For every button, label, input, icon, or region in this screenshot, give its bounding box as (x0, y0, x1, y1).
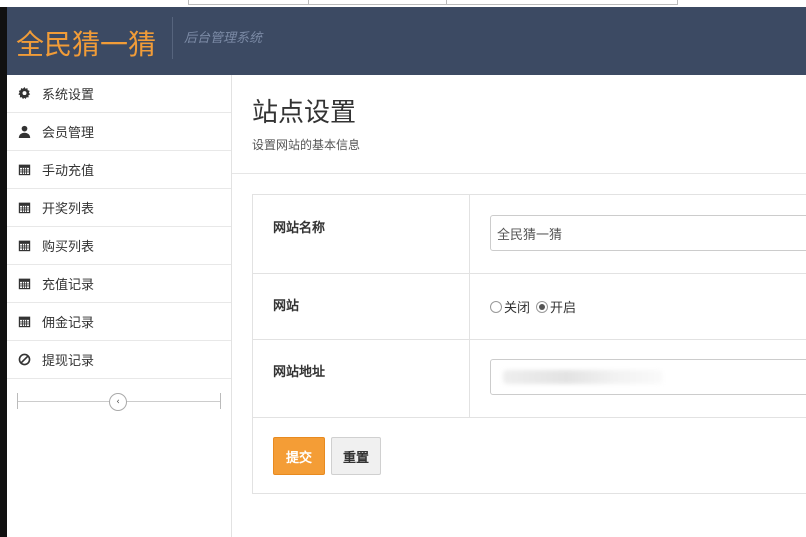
sidebar-item-lottery-list[interactable]: 开奖列表 (7, 189, 231, 227)
page-header: 站点设置 设置网站的基本信息 (232, 75, 806, 174)
sidebar-item-label: 提现记录 (42, 354, 95, 369)
form-row-site-name: 网站名称 (253, 195, 806, 274)
settings-form: 网站名称 网站 关闭 开启 网站地址 提交 重置 (252, 194, 806, 494)
sidebar-item-label: 充值记录 (42, 278, 95, 293)
brand-subtitle: 后台管理系统 (184, 31, 263, 46)
sidebar-item-label: 系统设置 (42, 88, 95, 103)
top-strip-cell (308, 0, 448, 5)
sidebar: 系统设置 会员管理 手动充值 开奖列表 购买列表 充值记录 佣金记录 提现记录 … (7, 75, 232, 537)
site-on-label[interactable]: 开启 (550, 297, 576, 316)
page-subtitle: 设置网站的基本信息 (252, 138, 361, 152)
page-title: 站点设置 (252, 98, 357, 128)
form-row-site-url: 网站地址 (253, 339, 806, 418)
sidebar-item-label: 购买列表 (42, 240, 95, 255)
chevron-left-icon: ‹ (116, 397, 120, 407)
site-name-input[interactable] (490, 215, 806, 251)
row-divider (469, 195, 470, 273)
site-url-input[interactable] (490, 359, 806, 395)
row-divider (469, 273, 470, 339)
blurred-url-value (503, 370, 663, 384)
top-header: 全民猜一猜 后台管理系统 (7, 7, 806, 75)
sidebar-item-member-management[interactable]: 会员管理 (7, 113, 231, 151)
site-url-label: 网站地址 (273, 365, 326, 380)
top-strip-cell (188, 0, 310, 5)
gear-icon (17, 87, 31, 101)
sidebar-item-withdraw-records[interactable]: 提现记录 (7, 341, 231, 379)
window-left-edge (0, 7, 7, 537)
site-status-radio-group: 关闭 开启 (490, 297, 582, 316)
site-name-label: 网站名称 (273, 221, 326, 236)
sidebar-item-commission-records[interactable]: 佣金记录 (7, 303, 231, 341)
calendar-icon (17, 277, 31, 291)
sidebar-collapse-button[interactable]: ‹ (109, 393, 127, 411)
top-strip-cell (446, 0, 678, 5)
sidebar-item-system-settings[interactable]: 系统设置 (7, 75, 231, 113)
site-on-radio[interactable] (536, 300, 549, 313)
calendar-icon (17, 201, 31, 215)
user-icon (17, 125, 31, 139)
sidebar-item-recharge-records[interactable]: 充值记录 (7, 265, 231, 303)
brand-divider (172, 17, 173, 59)
sidebar-item-purchase-list[interactable]: 购买列表 (7, 227, 231, 265)
form-row-site-status: 网站 关闭 开启 (253, 273, 806, 340)
calendar-icon (17, 239, 31, 253)
main-content: 站点设置 设置网站的基本信息 网站名称 网站 关闭 开启 网站地址 提交 (232, 75, 806, 537)
sidebar-item-label: 开奖列表 (42, 202, 95, 217)
brand-logo-text[interactable]: 全民猜一猜 (16, 23, 156, 63)
site-status-label: 网站 (273, 299, 300, 314)
site-off-radio[interactable] (490, 300, 502, 313)
sidebar-item-label: 会员管理 (42, 126, 95, 141)
calendar-icon (17, 315, 31, 329)
site-off-label[interactable]: 关闭 (504, 297, 530, 316)
sidebar-item-manual-recharge[interactable]: 手动充值 (7, 151, 231, 189)
reset-button[interactable]: 重置 (331, 437, 381, 475)
sidebar-item-label: 佣金记录 (42, 316, 95, 331)
submit-button[interactable]: 提交 (273, 437, 325, 475)
calendar-icon (17, 163, 31, 177)
sidebar-item-label: 手动充值 (42, 164, 95, 179)
row-divider (469, 339, 470, 417)
ban-icon (17, 353, 31, 367)
browser-top-strip (0, 0, 806, 7)
